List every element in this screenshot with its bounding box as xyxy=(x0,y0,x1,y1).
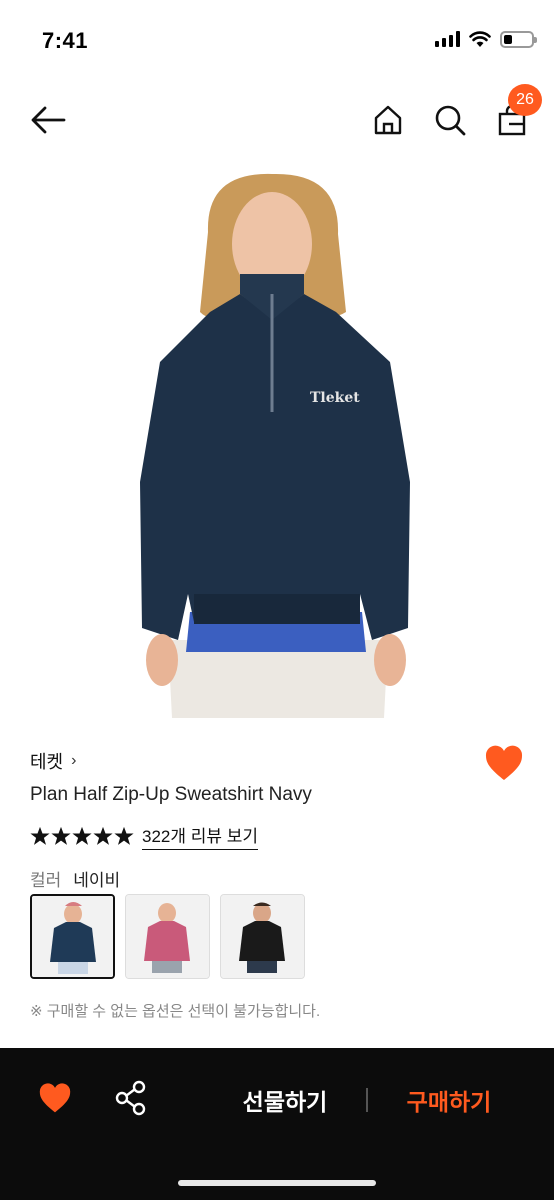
home-button[interactable] xyxy=(366,98,410,142)
back-arrow-icon xyxy=(31,106,66,134)
gift-button[interactable]: 선물하기 xyxy=(220,1078,350,1122)
divider xyxy=(366,1088,368,1112)
cellular-signal-icon xyxy=(435,31,460,47)
search-icon xyxy=(435,105,466,136)
cart-count-badge: 26 xyxy=(508,84,542,116)
brand-link[interactable]: 테켓 › xyxy=(30,748,76,774)
swatch-navy[interactable] xyxy=(30,894,115,979)
search-button[interactable] xyxy=(428,98,472,142)
share-button[interactable] xyxy=(114,1080,150,1116)
buy-button[interactable]: 구매하기 xyxy=(384,1078,514,1122)
swatch-black[interactable] xyxy=(220,894,305,979)
wifi-icon xyxy=(469,31,491,47)
heart-icon xyxy=(39,1083,71,1113)
nav-bar xyxy=(0,80,554,160)
share-icon xyxy=(115,1080,146,1116)
status-icons xyxy=(435,30,537,48)
svg-text:Tleket: Tleket xyxy=(310,390,360,406)
status-bar: 7:41 xyxy=(0,0,554,80)
star-icon xyxy=(93,826,113,845)
review-link[interactable]: 322개 리뷰 보기 xyxy=(142,822,259,850)
battery-icon xyxy=(500,30,537,48)
heart-icon xyxy=(485,745,523,780)
chevron-right-icon: › xyxy=(71,752,77,769)
product-image[interactable]: Tleket xyxy=(90,162,464,718)
swatch-pink[interactable] xyxy=(125,894,210,979)
bottom-wishlist-button[interactable] xyxy=(38,1082,74,1118)
color-value: 네이비 xyxy=(73,871,121,890)
star-rating xyxy=(30,826,134,846)
star-icon xyxy=(51,826,71,845)
bottom-action-bar: 선물하기 구매하기 xyxy=(0,1048,554,1200)
home-indicator[interactable] xyxy=(178,1180,376,1186)
home-icon xyxy=(374,105,402,135)
back-button[interactable] xyxy=(26,98,70,142)
star-icon xyxy=(114,826,134,845)
star-icon xyxy=(30,826,50,845)
wishlist-button[interactable] xyxy=(484,744,524,784)
option-note: ※ 구매할 수 없는 옵션은 선택이 불가능합니다. xyxy=(30,1003,321,1020)
color-label: 컬러 xyxy=(30,871,62,890)
status-time: 7:41 xyxy=(42,28,89,53)
star-icon xyxy=(72,826,92,845)
brand-name: 테켓 xyxy=(30,752,64,772)
color-swatches xyxy=(30,894,305,979)
color-row: 컬러 네이비 xyxy=(30,866,120,891)
product-name: Plan Half Zip-Up Sweatshirt Navy xyxy=(30,784,312,805)
rating-row: 322개 리뷰 보기 xyxy=(30,822,259,850)
